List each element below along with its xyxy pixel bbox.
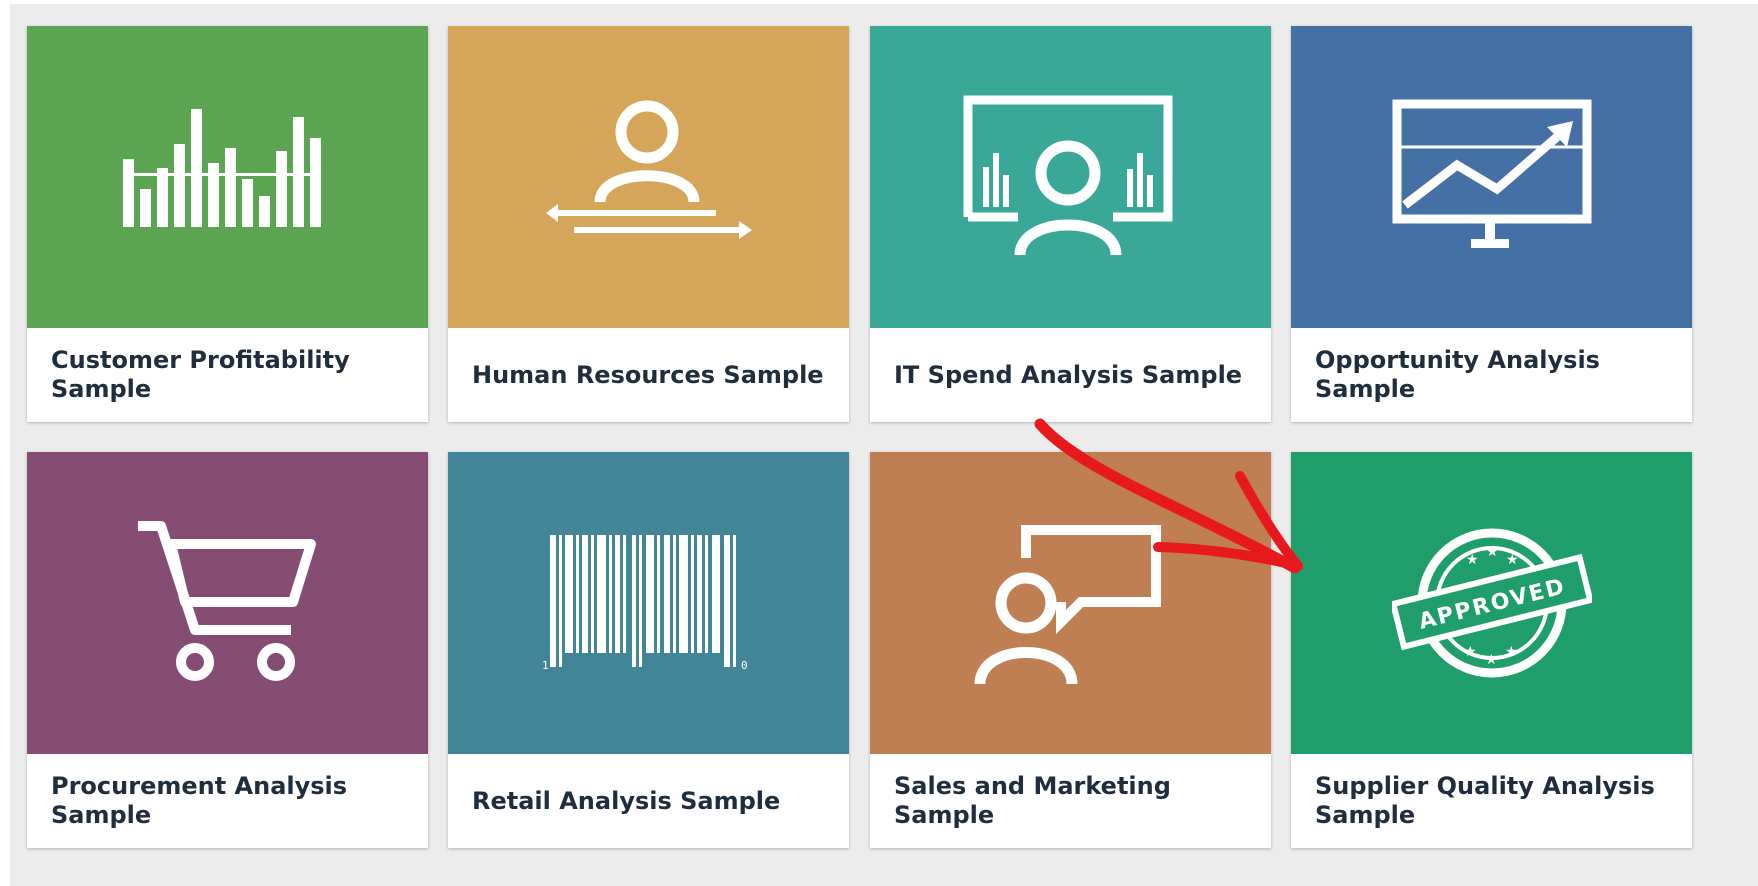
tile-image: ★ ★ ★ ★ ★ ★ APPROVED bbox=[1291, 452, 1692, 754]
tile-title: Human Resources Sample bbox=[472, 360, 824, 389]
sample-tile-retail-analysis[interactable]: 1 12345 67890 0 Retail Analysis Sample bbox=[448, 452, 849, 848]
barcode-digits-right: 67890 bbox=[663, 654, 696, 667]
presentation-icon bbox=[963, 95, 1173, 256]
svg-text:★: ★ bbox=[1486, 544, 1499, 560]
person-transfer-icon bbox=[545, 100, 752, 239]
svg-text:★: ★ bbox=[1464, 644, 1477, 660]
tile-image bbox=[27, 26, 428, 328]
tile-title: Supplier Quality Analysis Sample bbox=[1315, 772, 1655, 829]
svg-text:★: ★ bbox=[1466, 552, 1479, 568]
sample-tile-sales-and-marketing[interactable]: Sales and Marketing Sample bbox=[870, 452, 1271, 848]
sample-tile-procurement-analysis[interactable]: Procurement Analysis Sample bbox=[27, 452, 428, 848]
tile-caption: Sales and Marketing Sample bbox=[870, 754, 1271, 848]
tile-caption: Procurement Analysis Sample bbox=[27, 754, 428, 848]
sample-tile-opportunity-analysis[interactable]: Opportunity Analysis Sample bbox=[1291, 26, 1692, 422]
shopping-cart-icon bbox=[137, 521, 316, 681]
tile-image bbox=[27, 452, 428, 754]
tile-caption: Human Resources Sample bbox=[448, 328, 849, 422]
bar-chart-icon bbox=[122, 109, 321, 227]
tile-caption: Retail Analysis Sample bbox=[448, 754, 849, 848]
tile-title: Customer Profitability Sample bbox=[51, 346, 350, 403]
svg-text:★: ★ bbox=[1505, 644, 1518, 660]
tile-image bbox=[870, 452, 1271, 754]
tile-caption: Customer Profitability Sample bbox=[27, 328, 428, 422]
barcode-right-digit: 0 bbox=[741, 659, 748, 672]
tile-title: Opportunity Analysis Sample bbox=[1315, 346, 1600, 403]
tile-title: Sales and Marketing Sample bbox=[894, 772, 1171, 829]
tile-image: 1 12345 67890 0 bbox=[448, 452, 849, 754]
tile-title: Procurement Analysis Sample bbox=[51, 772, 348, 829]
tile-caption: Opportunity Analysis Sample bbox=[1291, 328, 1692, 422]
tile-title: Retail Analysis Sample bbox=[472, 786, 781, 815]
sample-tile-it-spend-analysis[interactable]: IT Spend Analysis Sample bbox=[870, 26, 1271, 422]
tile-image bbox=[870, 26, 1271, 328]
tile-image bbox=[448, 26, 849, 328]
barcode-digits-left: 12345 bbox=[571, 654, 604, 667]
tile-caption: IT Spend Analysis Sample bbox=[870, 328, 1271, 422]
barcode-icon: 1 12345 67890 0 bbox=[542, 535, 748, 672]
tile-caption: Supplier Quality Analysis Sample bbox=[1291, 754, 1692, 848]
barcode-left-digit: 1 bbox=[542, 659, 549, 672]
samples-grid: Customer Profitability Sample Human Reso… bbox=[0, 0, 1758, 886]
monitor-trend-icon bbox=[1392, 99, 1591, 248]
approved-stamp-icon: ★ ★ ★ ★ ★ ★ APPROVED bbox=[1391, 528, 1592, 678]
sample-tile-customer-profitability[interactable]: Customer Profitability Sample bbox=[27, 26, 428, 422]
tile-title: IT Spend Analysis Sample bbox=[894, 360, 1243, 389]
sample-tile-supplier-quality-analysis[interactable]: ★ ★ ★ ★ ★ ★ APPROVED Supplier Quality Analys… bbox=[1291, 452, 1692, 848]
sample-tile-human-resources[interactable]: Human Resources Sample bbox=[448, 26, 849, 422]
svg-text:★: ★ bbox=[1485, 652, 1498, 668]
person-speech-icon bbox=[974, 525, 1161, 685]
tile-image bbox=[1291, 26, 1692, 328]
svg-text:★: ★ bbox=[1506, 552, 1519, 568]
